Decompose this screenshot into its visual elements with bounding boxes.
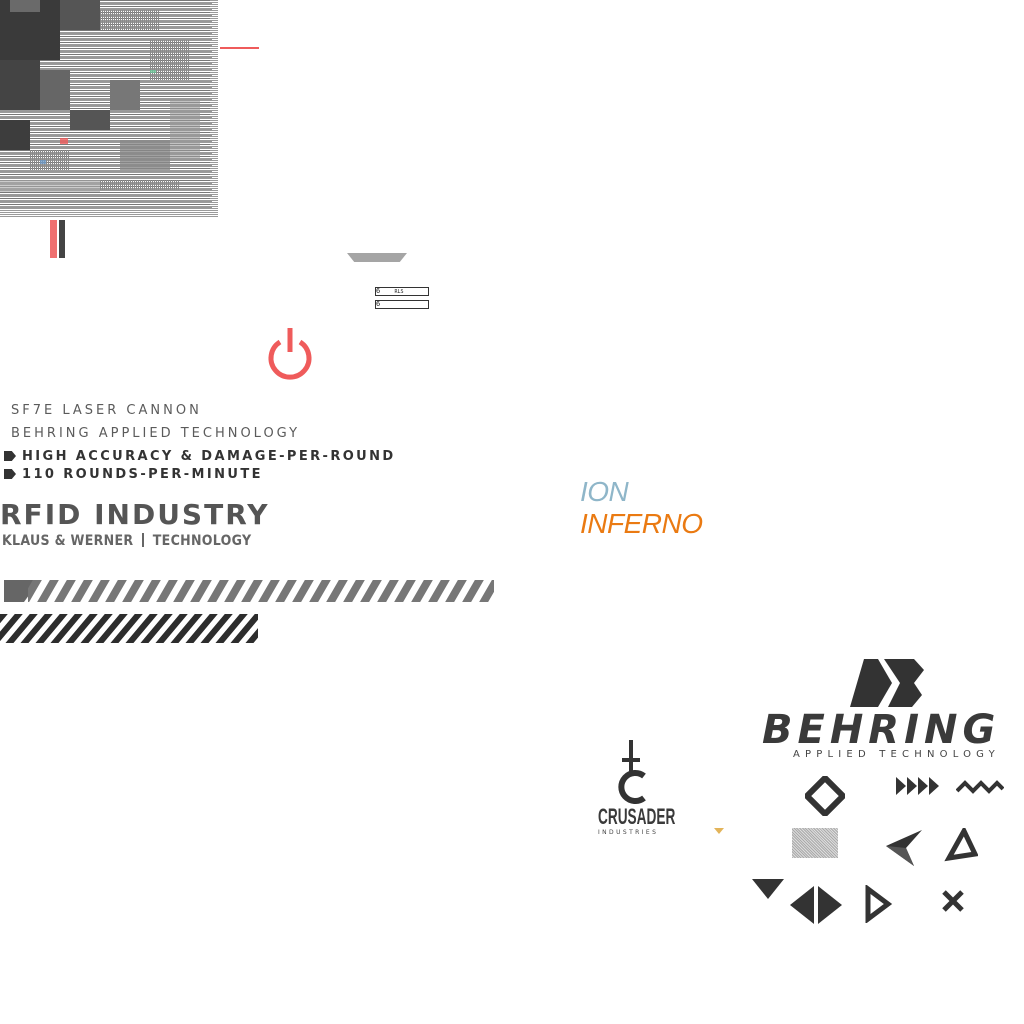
bullet-icon <box>4 469 16 479</box>
triangle-outline-icon[interactable] <box>944 828 978 862</box>
power-icon[interactable] <box>264 328 316 382</box>
ammo-gauge: 6 <box>375 300 429 309</box>
circuit-texture <box>0 0 259 258</box>
bullet-icon <box>4 451 16 461</box>
gauge-index: 6 <box>376 287 381 295</box>
triangle-marker-icon <box>714 828 724 834</box>
play-outline-icon[interactable] <box>864 885 894 923</box>
crusader-tagline: INDUSTRIES <box>598 829 659 836</box>
behring-wordmark: BEHRING <box>762 707 1001 753</box>
inferno-label: INFERNO <box>580 508 703 539</box>
tab-marker <box>347 253 407 262</box>
weapon-name: SF7E LASER CANNON <box>11 403 202 418</box>
fast-forward-icon[interactable] <box>896 777 942 795</box>
gauge-index: 6 <box>376 300 381 308</box>
feature-text: 110 ROUNDS-PER-MINUTE <box>22 467 263 482</box>
weapon-maker: BEHRING APPLIED TECHNOLOGY <box>11 426 301 441</box>
zigzag-icon <box>956 780 1004 794</box>
hatched-block <box>792 828 838 858</box>
crusader-logo-mark <box>618 740 646 804</box>
feature-item: 110 ROUNDS-PER-MINUTE <box>4 467 263 482</box>
behring-tagline: APPLIED TECHNOLOGY <box>793 749 1000 760</box>
divider <box>142 533 145 547</box>
hazard-stripes <box>0 580 494 643</box>
company-division: TECHNOLOGY <box>152 533 252 549</box>
diamond-icon[interactable] <box>805 776 845 816</box>
behring-logo-mark <box>850 659 924 707</box>
triangle-down-icon[interactable] <box>752 879 784 901</box>
left-right-arrows-icon[interactable] <box>788 886 844 924</box>
ammo-gauge: 6 RLS <box>375 287 429 296</box>
company-name: KLAUS & WERNER <box>2 533 134 549</box>
rfid-company: KLAUS & WERNER TECHNOLOGY <box>2 533 251 549</box>
gauge-label: RLS <box>394 289 404 295</box>
close-icon[interactable] <box>941 889 965 913</box>
crusader-wordmark: CRUSADER <box>598 804 676 829</box>
rfid-title: RFID INDUSTRY <box>0 498 270 531</box>
ion-label: ION <box>580 476 629 507</box>
bowtie-icon[interactable] <box>884 826 924 868</box>
feature-text: HIGH ACCURACY & DAMAGE-PER-ROUND <box>22 449 396 464</box>
feature-item: HIGH ACCURACY & DAMAGE-PER-ROUND <box>4 449 396 464</box>
